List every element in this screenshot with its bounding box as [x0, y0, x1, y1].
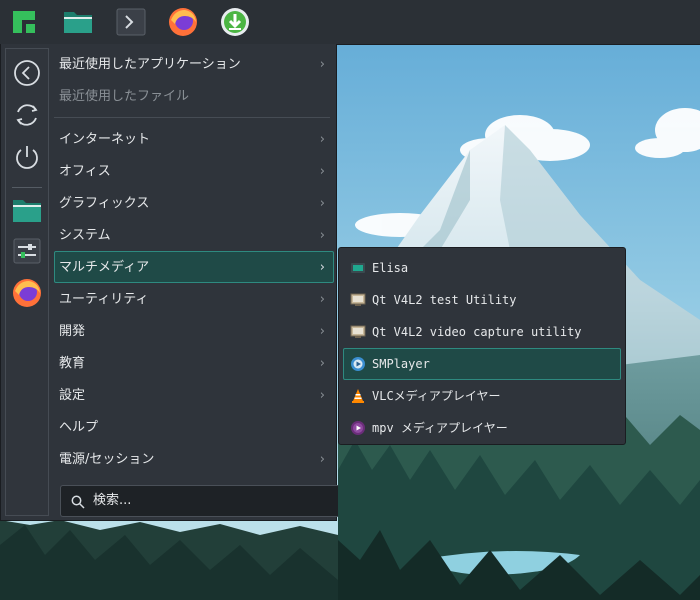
chevron-right-icon: › — [319, 452, 325, 467]
app-item-smplayer[interactable]: SMPlayer — [343, 348, 621, 380]
app-item-label: SMPlayer — [372, 357, 430, 371]
menu-item-system[interactable]: システム › — [54, 219, 334, 251]
search-input[interactable]: 検索... — [60, 485, 338, 517]
settings-manager-icon[interactable] — [11, 235, 43, 267]
menu-item-label: 教育 — [59, 356, 86, 371]
menu-item-settings[interactable]: 設定 › — [54, 379, 334, 411]
file-manager-icon[interactable] — [62, 6, 94, 38]
firefox-icon[interactable] — [11, 277, 43, 309]
elisa-icon — [350, 260, 366, 276]
chevron-right-icon: › — [319, 164, 325, 179]
menu-item-label: システム — [59, 228, 111, 243]
menu-item-label: ヘルプ — [59, 420, 99, 435]
app-item-label: Elisa — [372, 261, 409, 275]
manjaro-logo-icon[interactable] — [8, 6, 40, 38]
smplayer-icon — [350, 356, 366, 372]
chevron-right-icon: › — [319, 196, 325, 211]
menu-item-label: インターネット — [59, 132, 151, 147]
menu-item-power-session[interactable]: 電源/セッション › — [54, 443, 334, 475]
menu-sidebar — [5, 48, 49, 516]
menu-item-label: グラフィックス — [59, 196, 150, 211]
chevron-right-icon: › — [319, 292, 325, 307]
search-icon — [71, 494, 85, 509]
refresh-icon[interactable] — [11, 99, 43, 131]
qvidcap-icon — [350, 324, 366, 340]
menu-item-label: 電源/セッション — [59, 452, 155, 467]
menu-item-label: オフィス — [59, 164, 111, 179]
mpv-icon — [350, 420, 366, 436]
menu-item-label: 最近使用したアプリケーション — [59, 57, 241, 72]
menu-item-multimedia[interactable]: マルチメディア › — [54, 251, 334, 283]
chevron-right-icon: › — [319, 356, 325, 371]
vlc-icon — [350, 388, 366, 404]
app-item-qvidcap[interactable]: Qt V4L2 video capture utility — [343, 316, 621, 348]
back-icon[interactable] — [11, 57, 43, 89]
search-placeholder: 検索... — [93, 493, 132, 508]
menu-item-label: ユーティリティ — [59, 292, 149, 307]
app-item-elisa[interactable]: Elisa — [343, 252, 621, 284]
menu-item-label: 設定 — [59, 388, 86, 403]
app-item-vlc[interactable]: VLCメディアプレイヤー — [343, 380, 621, 412]
app-item-label: mpv メディアプレイヤー — [372, 421, 508, 435]
chevron-right-icon: › — [319, 57, 325, 72]
terminal-icon[interactable] — [115, 6, 147, 38]
menu-item-help[interactable]: ヘルプ — [54, 411, 334, 443]
menu-item-graphics[interactable]: グラフィックス › — [54, 187, 334, 219]
chevron-right-icon: › — [319, 132, 325, 147]
menu-item-development[interactable]: 開発 › — [54, 315, 334, 347]
menu-item-label: 最近使用したファイル — [59, 89, 190, 104]
menu-item-recent-apps[interactable]: 最近使用したアプリケーション › — [54, 48, 334, 80]
software-update-icon[interactable] — [219, 6, 251, 38]
multimedia-submenu: Elisa Qt V4L2 test Utility Qt V4L2 video… — [338, 247, 626, 445]
file-manager-icon[interactable] — [11, 195, 43, 227]
power-icon[interactable] — [11, 141, 43, 173]
chevron-right-icon: › — [319, 228, 325, 243]
app-item-label: Qt V4L2 test Utility — [372, 293, 517, 307]
menu-separator — [54, 117, 330, 118]
menu-item-utilities[interactable]: ユーティリティ › — [54, 283, 334, 315]
menu-item-office[interactable]: オフィス › — [54, 155, 334, 187]
application-menu: 最近使用したアプリケーション › 最近使用したファイル インターネット › オフ… — [0, 44, 338, 521]
app-item-qv4l2[interactable]: Qt V4L2 test Utility — [343, 284, 621, 316]
top-panel — [0, 0, 700, 45]
menu-item-recent-files[interactable]: 最近使用したファイル — [54, 80, 334, 112]
chevron-right-icon: › — [319, 324, 325, 339]
qv4l2-icon — [350, 292, 366, 308]
menu-item-label: マルチメディア — [59, 260, 150, 275]
menu-item-internet[interactable]: インターネット › — [54, 123, 334, 155]
menu-item-label: 開発 — [59, 324, 86, 339]
chevron-right-icon: › — [319, 260, 325, 275]
app-item-label: Qt V4L2 video capture utility — [372, 325, 582, 339]
sidebar-separator — [12, 187, 42, 188]
app-item-label: VLCメディアプレイヤー — [372, 389, 501, 403]
chevron-right-icon: › — [319, 388, 325, 403]
menu-item-education[interactable]: 教育 › — [54, 347, 334, 379]
app-item-mpv[interactable]: mpv メディアプレイヤー — [343, 412, 621, 444]
firefox-icon[interactable] — [167, 6, 199, 38]
